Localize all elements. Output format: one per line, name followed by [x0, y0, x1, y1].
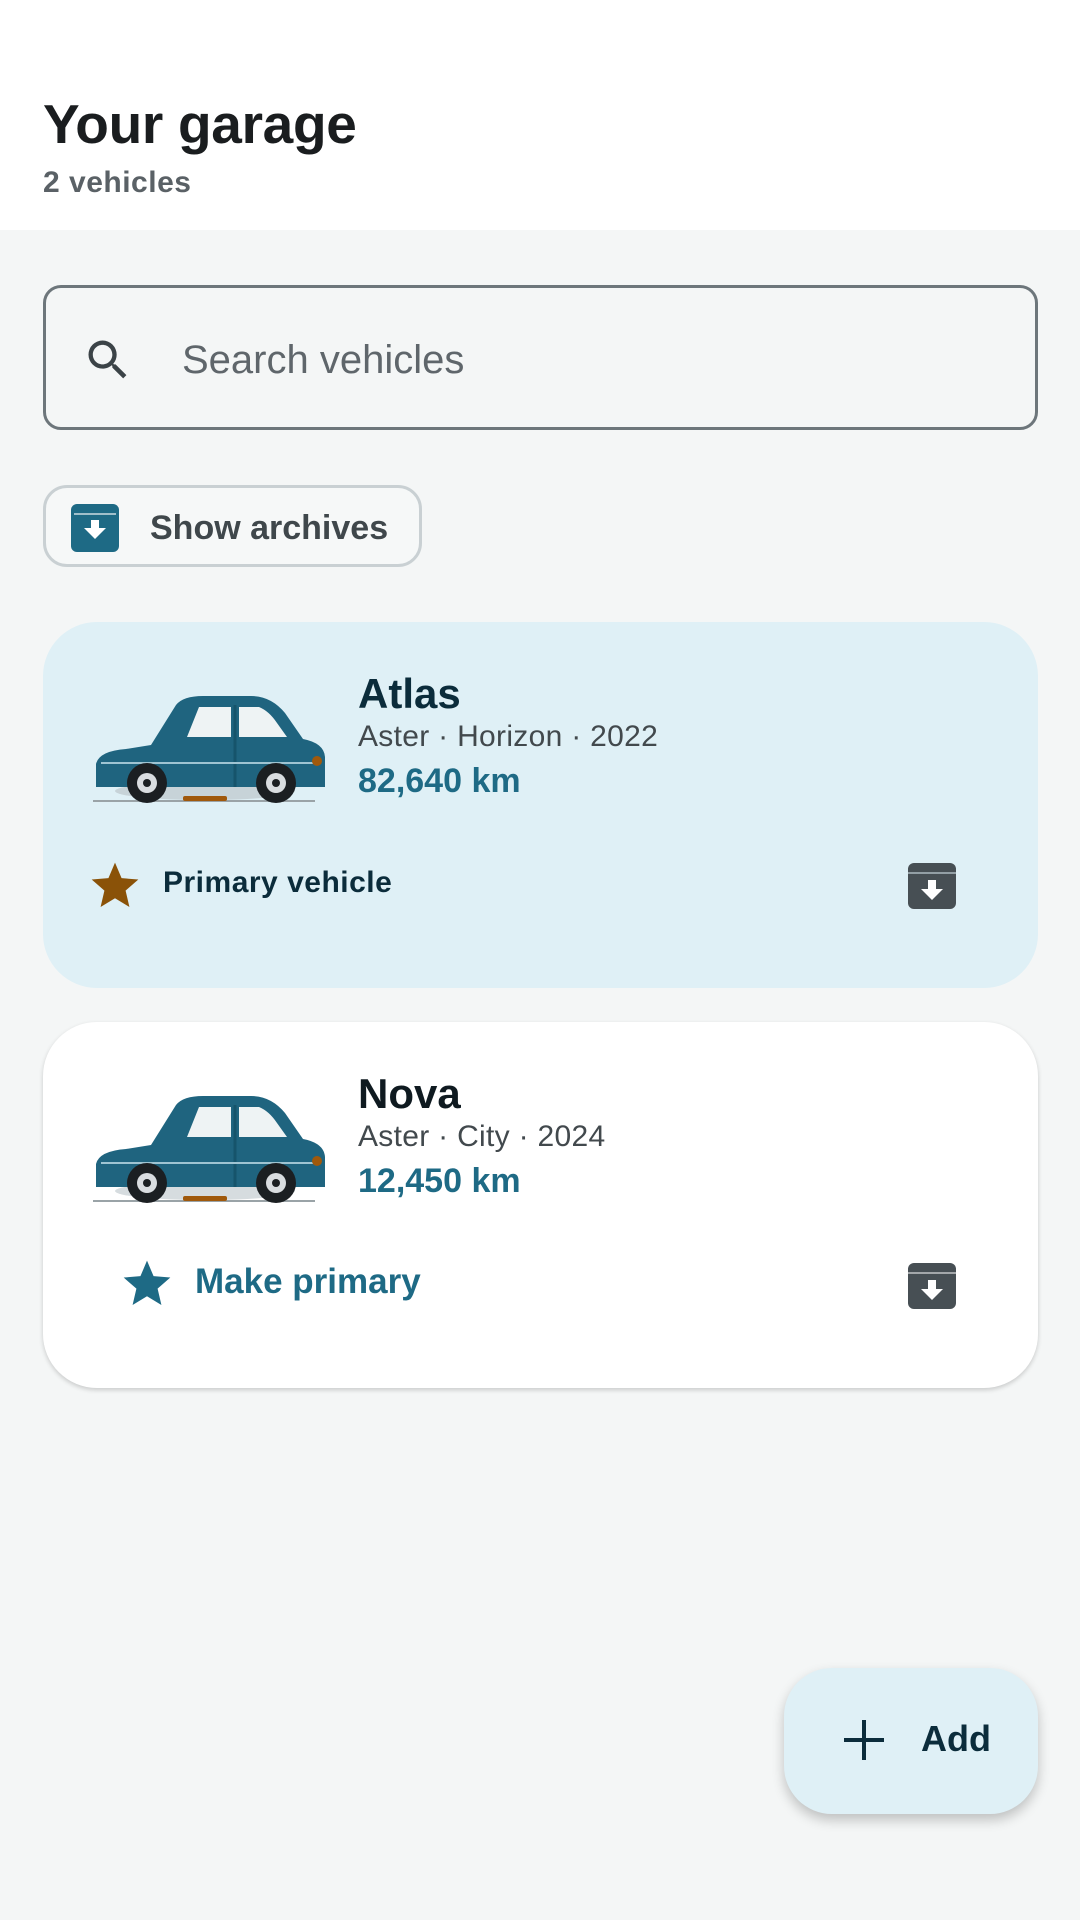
search-icon: [88, 340, 127, 379]
archive-vehicle-button[interactable]: [905, 1258, 959, 1312]
vehicle-mileage: 12,450 km: [358, 1162, 521, 1200]
star-icon: [91, 862, 139, 907]
vehicle-details: Aster · City · 2024: [358, 1120, 606, 1153]
search-field[interactable]: Search vehicles: [43, 285, 1038, 430]
archive-icon: [71, 504, 119, 552]
vehicle-name: Nova: [358, 1070, 461, 1117]
show-archives-label: Show archives: [150, 509, 389, 547]
app-header: Your garage 2 vehicles: [0, 0, 1080, 230]
vehicle-details: Aster · Horizon · 2022: [358, 720, 659, 753]
search-input[interactable]: Search vehicles: [182, 338, 464, 383]
archive-vehicle-button[interactable]: [905, 858, 959, 912]
vehicle-card-nova[interactable]: Nova Aster · City · 2024 12,450 km Make …: [43, 1022, 1038, 1388]
vehicle-count: 2 vehicles: [43, 166, 192, 199]
make-primary-button[interactable]: Make primary: [195, 1262, 421, 1302]
page-title: Your garage: [43, 93, 357, 155]
car-illustration-icon: [93, 696, 325, 803]
add-label: Add: [921, 1718, 991, 1759]
show-archives-button[interactable]: Show archives: [43, 485, 422, 567]
vehicle-name: Atlas: [358, 670, 461, 717]
primary-vehicle-badge: Primary vehicle: [163, 866, 393, 899]
vehicle-mileage: 82,640 km: [358, 762, 521, 800]
star-icon[interactable]: [119, 1256, 175, 1312]
vehicle-card-atlas[interactable]: Atlas Aster · Horizon · 2022 82,640 km P…: [43, 622, 1038, 988]
plus-icon: [844, 1720, 884, 1760]
add-vehicle-button[interactable]: Add: [784, 1668, 1038, 1814]
car-illustration-icon: [93, 1096, 325, 1203]
